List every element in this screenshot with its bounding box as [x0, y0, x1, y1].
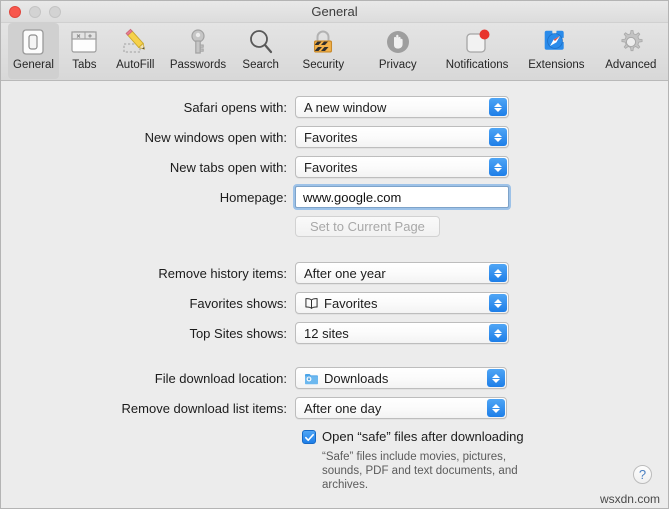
- tab-tabs-label: Tabs: [72, 59, 97, 71]
- tab-tabs[interactable]: Tabs: [59, 23, 110, 79]
- window-title: General: [311, 4, 358, 19]
- tab-privacy[interactable]: Privacy: [361, 23, 435, 79]
- remove-history-items-popup[interactable]: After one year: [295, 262, 509, 284]
- privacy-hand-icon: [383, 26, 413, 58]
- tab-notifications[interactable]: Notifications: [435, 23, 519, 79]
- favorites-shows-popup[interactable]: Favorites: [295, 292, 509, 314]
- row-set-to-current-page: Set to Current Page: [295, 215, 440, 237]
- tab-general[interactable]: General: [8, 23, 59, 79]
- open-safe-files-label: Open “safe” files after downloading: [322, 429, 524, 444]
- new-windows-open-with-stepper[interactable]: [489, 128, 507, 146]
- row-remove-history-items: Remove history items: After one year: [115, 262, 509, 284]
- safari-opens-with-label: Safari opens with:: [183, 99, 287, 115]
- top-sites-shows-value: 12 sites: [304, 325, 349, 341]
- row-remove-download-list-items: Remove download list items: After one da…: [113, 397, 507, 419]
- tab-passwords[interactable]: Passwords: [161, 23, 235, 79]
- help-button-glyph: ?: [638, 467, 647, 482]
- watermark: wsxdn.com: [599, 492, 660, 506]
- window-titlebar: General: [1, 1, 668, 23]
- general-preferences-pane: Safari opens with: A new window New wind…: [1, 81, 668, 508]
- top-sites-shows-popup[interactable]: 12 sites: [295, 322, 509, 344]
- new-tabs-open-with-stepper[interactable]: [489, 158, 507, 176]
- set-to-current-page-label: Set to Current Page: [310, 218, 425, 234]
- tab-advanced[interactable]: Advanced: [594, 23, 668, 79]
- row-new-tabs-open-with: New tabs open with: Favorites: [115, 156, 509, 178]
- extensions-puzzle-icon: [541, 26, 571, 58]
- safari-opens-with-stepper[interactable]: [489, 98, 507, 116]
- safari-preferences-window: General General Tabs AutoFill Passwords …: [0, 0, 669, 509]
- row-top-sites-shows: Top Sites shows: 12 sites: [115, 322, 509, 344]
- remove-history-items-stepper[interactable]: [489, 264, 507, 282]
- new-windows-open-with-label: New windows open with:: [144, 129, 287, 145]
- search-magnifier-icon: [246, 26, 276, 58]
- preferences-toolbar: General Tabs AutoFill Passwords Search S…: [1, 23, 668, 81]
- row-favorites-shows: Favorites shows: Favorites: [115, 292, 509, 314]
- file-download-location-label: File download location:: [154, 370, 287, 386]
- new-tabs-open-with-label: New tabs open with:: [169, 159, 287, 175]
- remove-history-items-label: Remove history items:: [158, 265, 287, 281]
- homepage-label: Homepage:: [219, 189, 287, 205]
- tab-autofill[interactable]: AutoFill: [110, 23, 161, 79]
- remove-download-list-items-value: After one day: [304, 400, 382, 416]
- autofill-icon: [120, 26, 150, 58]
- file-download-location-popup[interactable]: Downloads: [295, 367, 507, 389]
- tab-extensions[interactable]: Extensions: [519, 23, 593, 79]
- advanced-gear-icon: [616, 26, 646, 58]
- open-safe-files-checkbox[interactable]: [302, 430, 316, 444]
- book-icon: [304, 297, 319, 310]
- tab-search-label: Search: [242, 59, 279, 71]
- notifications-badge-icon: [462, 26, 492, 58]
- tab-extensions-label: Extensions: [528, 59, 585, 71]
- homepage-value: www.google.com: [303, 189, 402, 205]
- new-windows-open-with-value: Favorites: [304, 129, 358, 145]
- tab-advanced-label: Advanced: [605, 59, 657, 71]
- new-windows-open-with-popup[interactable]: Favorites: [295, 126, 509, 148]
- tabs-icon: [69, 26, 99, 58]
- row-file-download-location: File download location: Downloads: [113, 367, 507, 389]
- open-safe-files-checkbox-row[interactable]: Open “safe” files after downloading: [302, 429, 524, 444]
- tab-privacy-label: Privacy: [378, 59, 417, 71]
- file-download-location-value: Downloads: [324, 370, 389, 386]
- safari-opens-with-value: A new window: [304, 99, 387, 115]
- tab-notifications-label: Notifications: [445, 59, 509, 71]
- tab-general-label: General: [13, 59, 54, 71]
- remove-download-list-items-stepper[interactable]: [487, 399, 505, 417]
- set-to-current-page-button[interactable]: Set to Current Page: [295, 215, 440, 237]
- remove-history-items-value: After one year: [304, 265, 386, 281]
- general-icon: [18, 26, 48, 58]
- open-safe-files-description: “Safe” files include movies, pictures, s…: [322, 451, 518, 491]
- row-homepage: Homepage: www.google.com: [115, 184, 511, 210]
- passwords-key-icon: [183, 26, 213, 58]
- row-safari-opens-with: Safari opens with: A new window: [115, 96, 509, 118]
- help-button[interactable]: ?: [633, 465, 652, 484]
- favorites-shows-label: Favorites shows:: [189, 295, 287, 311]
- favorites-shows-value: Favorites: [324, 295, 378, 311]
- new-tabs-open-with-value: Favorites: [304, 159, 358, 175]
- tab-autofill-label: AutoFill: [116, 59, 155, 71]
- tab-search[interactable]: Search: [235, 23, 286, 79]
- tab-security[interactable]: Security: [286, 23, 360, 79]
- homepage-input[interactable]: www.google.com: [293, 184, 511, 210]
- top-sites-shows-stepper[interactable]: [489, 324, 507, 342]
- tab-passwords-label: Passwords: [169, 59, 227, 71]
- remove-download-list-items-popup[interactable]: After one day: [295, 397, 507, 419]
- row-new-windows-open-with: New windows open with: Favorites: [115, 126, 509, 148]
- tab-security-label: Security: [302, 59, 345, 71]
- remove-download-list-items-label: Remove download list items:: [121, 400, 287, 416]
- security-lock-icon: [308, 26, 338, 58]
- downloads-folder-icon: [304, 372, 319, 385]
- safari-opens-with-popup[interactable]: A new window: [295, 96, 509, 118]
- new-tabs-open-with-popup[interactable]: Favorites: [295, 156, 509, 178]
- top-sites-shows-label: Top Sites shows:: [189, 325, 287, 341]
- file-download-location-stepper[interactable]: [487, 369, 505, 387]
- favorites-shows-stepper[interactable]: [489, 294, 507, 312]
